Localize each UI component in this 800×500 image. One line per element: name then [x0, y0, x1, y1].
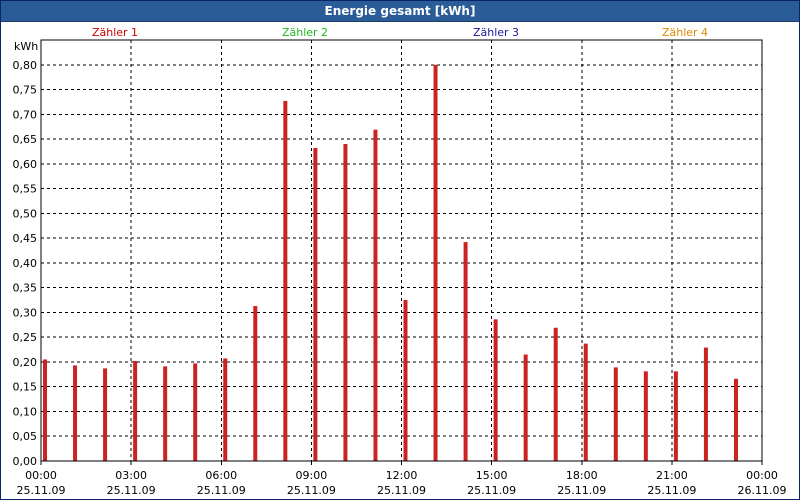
- y-tick-label: 0,40: [13, 257, 38, 270]
- bar: [283, 100, 288, 461]
- bar: [223, 358, 228, 461]
- bar: [463, 242, 468, 461]
- bar: [133, 360, 138, 461]
- y-tick-label: 0,65: [13, 133, 38, 146]
- bar: [583, 343, 588, 461]
- x-tick-label-time: 18:00: [566, 469, 598, 482]
- y-tick-label: 0,55: [13, 183, 38, 196]
- y-tick-label: 0,00: [13, 455, 38, 468]
- legend-item-zaehler-3: Zähler 3: [473, 26, 519, 39]
- legend: Zähler 1 Zähler 2 Zähler 3 Zähler 4: [92, 26, 708, 39]
- x-tick-label-date: 25.11.09: [287, 484, 336, 497]
- x-tick-label-time: 12:00: [386, 469, 418, 482]
- x-tick-label-time: 21:00: [656, 469, 688, 482]
- x-tick-label-date: 25.11.09: [377, 484, 426, 497]
- x-tick-label-time: 00:00: [25, 469, 57, 482]
- y-tick-label: 0,45: [13, 232, 38, 245]
- bar: [403, 300, 408, 461]
- bar: [163, 366, 168, 461]
- axes: 0,00 0,05 0,10 0,15 0,20 0,25 0,30 0,35 0,40 0,45…: [13, 39, 787, 497]
- x-tick-label-date: 26.11.09: [738, 484, 787, 497]
- chart: Zähler 1 Zähler 2 Zähler 3 Zähler 4 kWh …: [13, 26, 787, 497]
- y-tick-label: 0,75: [13, 84, 38, 97]
- x-tick-label-date: 25.11.09: [647, 484, 696, 497]
- x-tick-label-time: 15:00: [476, 469, 508, 482]
- y-tick-label: 0,30: [13, 306, 38, 319]
- bar: [103, 368, 108, 461]
- x-tick-label-date: 25.11.09: [197, 484, 246, 497]
- bar: [313, 147, 318, 461]
- bar: [253, 305, 258, 461]
- x-tick-label-date: 25.11.09: [107, 484, 156, 497]
- bar: [553, 327, 558, 461]
- y-tick-label: 0,20: [13, 356, 38, 369]
- y-tick-label: 0,50: [13, 207, 38, 220]
- y-tick-label: 0,15: [13, 381, 38, 394]
- bar: [73, 365, 78, 461]
- y-tick-label: 0,25: [13, 331, 38, 344]
- legend-item-zaehler-2: Zähler 2: [282, 26, 328, 39]
- x-tick-label-time: 00:00: [746, 469, 778, 482]
- bar: [43, 359, 47, 461]
- bar: [643, 371, 648, 461]
- y-tick-label: 0,05: [13, 430, 38, 443]
- bar: [373, 129, 378, 461]
- y-tick-label: 0,60: [13, 158, 38, 171]
- bar: [613, 367, 618, 461]
- x-tick-label-date: 25.11.09: [17, 484, 66, 497]
- y-tick-label: 0,35: [13, 282, 38, 295]
- grid: [41, 40, 762, 461]
- bar: [733, 378, 738, 461]
- bar: [193, 363, 198, 461]
- x-tick-label-date: 25.11.09: [557, 484, 606, 497]
- y-tick-label: 0,80: [13, 59, 38, 72]
- bar: [343, 144, 348, 461]
- bar: [523, 354, 528, 461]
- legend-item-zaehler-4: Zähler 4: [662, 26, 708, 39]
- legend-item-zaehler-1: Zähler 1: [92, 26, 138, 39]
- bar: [433, 64, 438, 461]
- x-tick-label-time: 09:00: [296, 469, 328, 482]
- y-tick-label: 0,10: [13, 405, 38, 418]
- y-tick-label: 0,70: [13, 108, 38, 121]
- bar: [493, 319, 498, 461]
- bar: [703, 347, 708, 461]
- y-axis-label: kWh: [14, 40, 38, 53]
- x-tick-label-time: 06:00: [205, 469, 237, 482]
- bar: [673, 371, 678, 461]
- x-tick-label-time: 03:00: [115, 469, 147, 482]
- x-tick-label-date: 25.11.09: [467, 484, 516, 497]
